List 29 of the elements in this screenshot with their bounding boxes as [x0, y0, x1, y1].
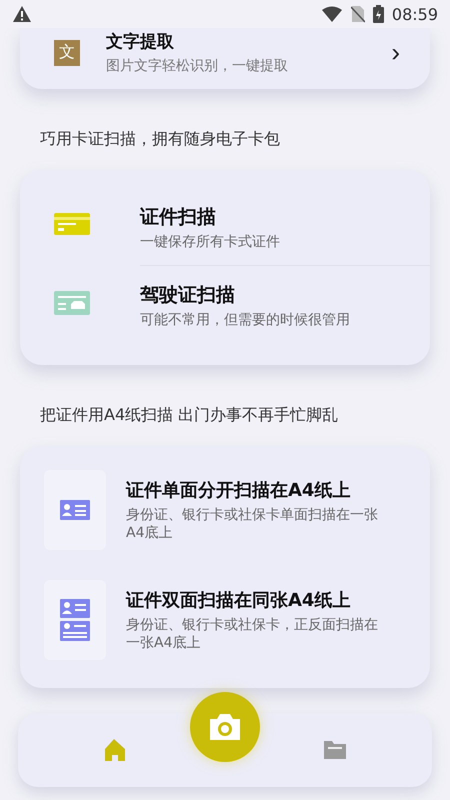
item-subtitle: 身份证、银行卡或社保卡单面扫描在一张A4底上 — [126, 506, 379, 542]
id-cards-icon — [60, 599, 90, 641]
item-subtitle: 身份证、银行卡或社保卡，正反面扫描在一张A4底上 — [126, 616, 379, 652]
chevron-button[interactable]: › — [391, 37, 400, 68]
item-title: 驾驶证扫描 — [140, 283, 236, 308]
item-subtitle: 可能不常用，但需要的时候很管用 — [140, 311, 350, 329]
feature-card[interactable]: 文 文字提取 图片文字轻松识别，一键提取 › — [20, 28, 430, 89]
text-icon: 文 — [54, 40, 80, 66]
section-heading: 把证件用A4纸扫描 出门办事不再手忙脚乱 — [40, 405, 340, 426]
item-title: 证件单面分开扫描在A4纸上 — [126, 478, 352, 502]
card-subtitle: 图片文字轻松识别，一键提取 — [106, 57, 289, 75]
item-title: 证件双面扫描在同张A4纸上 — [126, 588, 352, 612]
list-item[interactable]: 证件单面分开扫描在A4纸上 身份证、银行卡或社保卡单面扫描在一张A4底上 — [44, 470, 390, 550]
camera-icon — [207, 712, 243, 742]
list-item[interactable]: 驾驶证扫描 可能不常用，但需要的时候很管用 — [140, 265, 430, 343]
home-icon — [102, 737, 128, 763]
item-subtitle: 一键保存所有卡式证件 — [140, 233, 280, 251]
list-item[interactable]: 证件双面扫描在同张A4纸上 身份证、银行卡或社保卡，正反面扫描在一张A4底上 — [44, 580, 390, 660]
list-item[interactable]: 证件扫描 一键保存所有卡式证件 — [20, 188, 430, 265]
card-title: 文字提取 — [106, 31, 175, 53]
item-title: 证件扫描 — [140, 205, 217, 230]
no-sim-icon — [350, 5, 365, 23]
section-heading: 巧用卡证扫描，拥有随身电子卡包 — [40, 129, 281, 150]
wifi-icon — [320, 6, 343, 22]
id-card-icon — [60, 500, 90, 520]
camera-button[interactable] — [190, 692, 260, 762]
warning-icon — [12, 5, 32, 23]
battery-icon — [372, 5, 384, 23]
clock: 08:59 — [392, 4, 438, 24]
